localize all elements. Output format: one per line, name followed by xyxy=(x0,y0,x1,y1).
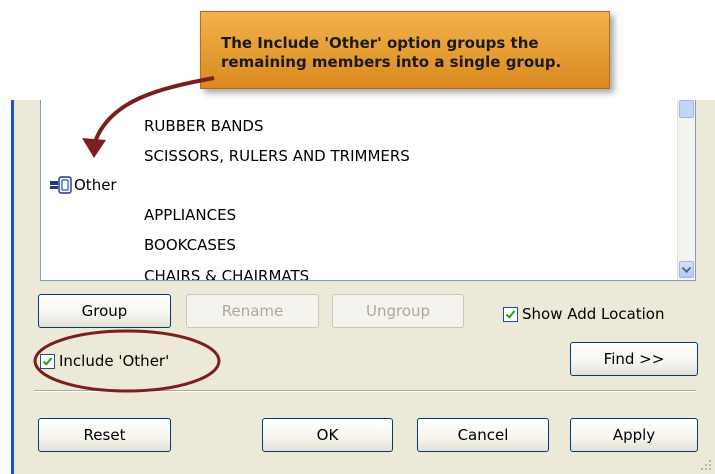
scroll-thumb[interactable] xyxy=(679,100,694,118)
dialog-edge xyxy=(11,100,14,474)
include-other-checkbox[interactable]: Include 'Other' xyxy=(40,352,169,370)
resize-grip-icon[interactable] xyxy=(700,459,712,471)
list-item[interactable]: CHAIRS & CHAIRMATS xyxy=(144,267,309,280)
checkbox-box[interactable] xyxy=(503,306,518,322)
callout-text-line: remaining members into a single group. xyxy=(221,53,562,71)
chevron-down-icon xyxy=(682,266,691,273)
show-add-location-checkbox[interactable]: Show Add Location xyxy=(503,305,665,323)
callout-text-line: The Include 'Other' option groups the xyxy=(221,34,539,52)
scroll-down-button[interactable] xyxy=(679,261,694,278)
ok-button[interactable]: OK xyxy=(262,418,393,452)
callout-tooltip: The Include 'Other' option groups the re… xyxy=(200,11,610,89)
group-button[interactable]: Group xyxy=(38,294,171,328)
list-item-label: Other xyxy=(74,176,117,194)
apply-button[interactable]: Apply xyxy=(570,418,698,452)
list-item[interactable]: BOOKCASES xyxy=(144,236,236,254)
reset-button[interactable]: Reset xyxy=(38,418,171,452)
find-button[interactable]: Find >> xyxy=(570,342,698,376)
ungroup-button[interactable]: Ungroup xyxy=(332,294,464,328)
list-item[interactable]: APPLIANCES xyxy=(144,206,236,224)
checkmark-icon xyxy=(505,309,516,319)
cancel-button[interactable]: Cancel xyxy=(417,418,549,452)
list-item[interactable]: SCISSORS, RULERS AND TRIMMERS xyxy=(144,147,410,165)
vertical-scrollbar[interactable] xyxy=(677,100,695,280)
checkbox-box[interactable] xyxy=(40,353,55,369)
checkbox-label: Show Add Location xyxy=(522,305,665,323)
list-item-group-other[interactable]: Other xyxy=(49,176,117,194)
checkmark-icon xyxy=(42,356,53,366)
rename-button[interactable]: Rename xyxy=(186,294,319,328)
group-icon xyxy=(49,176,73,194)
members-listbox[interactable]: RUBBER BANDS SCISSORS, RULERS AND TRIMME… xyxy=(40,100,696,281)
divider xyxy=(34,390,696,392)
checkbox-label: Include 'Other' xyxy=(59,352,170,370)
list-item[interactable]: RUBBER BANDS xyxy=(144,117,264,135)
